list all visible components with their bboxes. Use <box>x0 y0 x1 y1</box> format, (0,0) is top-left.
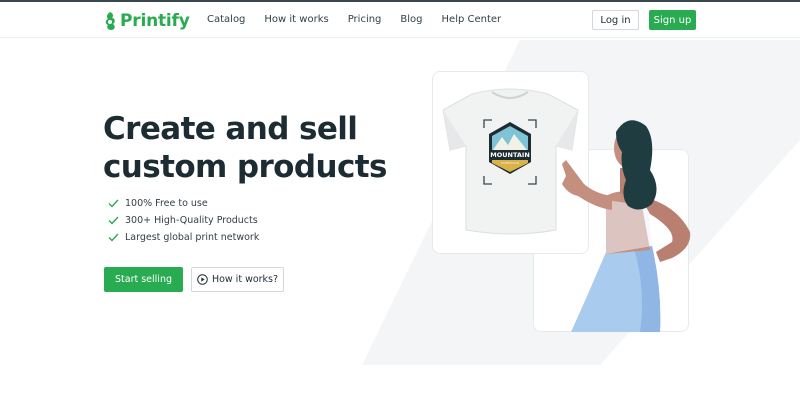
signup-button[interactable]: Sign up <box>649 10 696 30</box>
check-icon <box>108 199 120 208</box>
feature-item: Largest global print network <box>108 229 259 246</box>
feature-label: 100% Free to use <box>125 198 208 209</box>
feature-item: 100% Free to use <box>108 195 259 212</box>
check-icon <box>108 216 120 225</box>
how-it-works-button[interactable]: How it works? <box>191 267 284 292</box>
nav-catalog[interactable]: Catalog <box>207 14 245 25</box>
nav-pricing[interactable]: Pricing <box>348 14 382 25</box>
login-button[interactable]: Log in <box>592 10 639 30</box>
illustration-card-shirt <box>432 71 589 254</box>
printify-logo-icon <box>105 12 115 30</box>
feature-label: Largest global print network <box>125 232 260 243</box>
feature-label: 300+ High-Quality Products <box>125 215 258 226</box>
nav-blog[interactable]: Blog <box>400 14 422 25</box>
site-header: Printify Catalog How it works Pricing Bl… <box>0 2 800 38</box>
feature-list: 100% Free to use 300+ High-Quality Produ… <box>108 195 259 246</box>
feature-item: 300+ High-Quality Products <box>108 212 259 229</box>
check-icon <box>108 233 120 242</box>
main-nav: Catalog How it works Pricing Blog Help C… <box>207 14 520 25</box>
hero-title-line2: custom products <box>103 149 387 185</box>
logo[interactable]: Printify <box>103 10 190 32</box>
hero-title: Create and sell custom products <box>103 110 403 186</box>
nav-how-it-works[interactable]: How it works <box>264 14 328 25</box>
hero-title-line1: Create and sell <box>103 111 358 147</box>
nav-help-center[interactable]: Help Center <box>442 14 502 25</box>
start-selling-button[interactable]: Start selling <box>104 267 183 292</box>
how-it-works-label: How it works? <box>211 274 279 285</box>
logo-text: Printify <box>120 11 190 31</box>
play-circle-icon <box>197 274 208 285</box>
